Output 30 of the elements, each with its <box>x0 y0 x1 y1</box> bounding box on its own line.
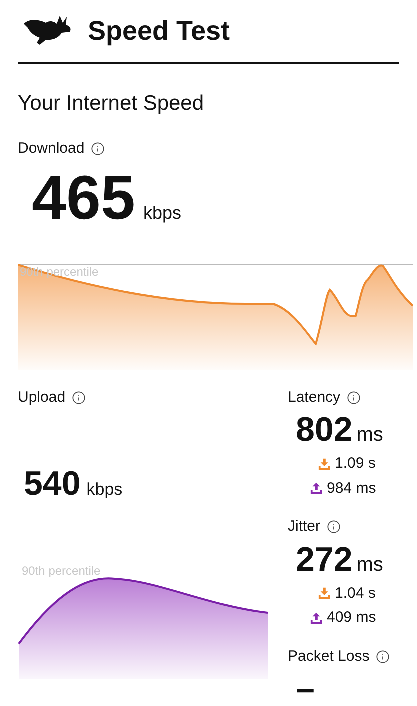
section-heading: Your Internet Speed <box>17 91 206 118</box>
info-icon[interactable] <box>90 142 105 156</box>
upload-label: Upload <box>18 388 66 408</box>
download-speed: 465 <box>32 168 136 230</box>
upload-icon <box>310 612 323 625</box>
metric-label: Latency <box>288 388 341 408</box>
metric-label: Jitter <box>288 517 321 537</box>
download-label: Download <box>18 138 85 159</box>
download-icon <box>318 587 331 600</box>
upload-speed: 540 <box>24 467 81 501</box>
metric-label: Packet Loss <box>288 646 370 666</box>
download-metric-value: 1.09 s <box>335 454 376 474</box>
metric-value: 802 <box>296 413 353 447</box>
metric-value: – <box>296 672 315 706</box>
info-icon[interactable] <box>72 390 86 405</box>
download-icon <box>318 458 331 471</box>
percentile-label: 90th percentile <box>20 266 99 278</box>
download-metric-value: 1.04 s <box>335 584 376 604</box>
metric-unit: ms <box>356 425 384 445</box>
info-icon[interactable] <box>326 520 341 534</box>
upload-metric-value: 984 ms <box>327 478 376 498</box>
info-icon[interactable] <box>346 390 361 405</box>
upload-icon <box>310 482 323 496</box>
download-unit: kbps <box>143 204 182 222</box>
upload-metric-value: 409 ms <box>327 608 376 628</box>
app-title: Speed Test <box>88 14 230 48</box>
metric-unit: ms <box>356 554 384 574</box>
info-icon[interactable] <box>376 650 390 664</box>
upload-unit: kbps <box>86 481 123 498</box>
metric-value: 272 <box>296 542 353 576</box>
